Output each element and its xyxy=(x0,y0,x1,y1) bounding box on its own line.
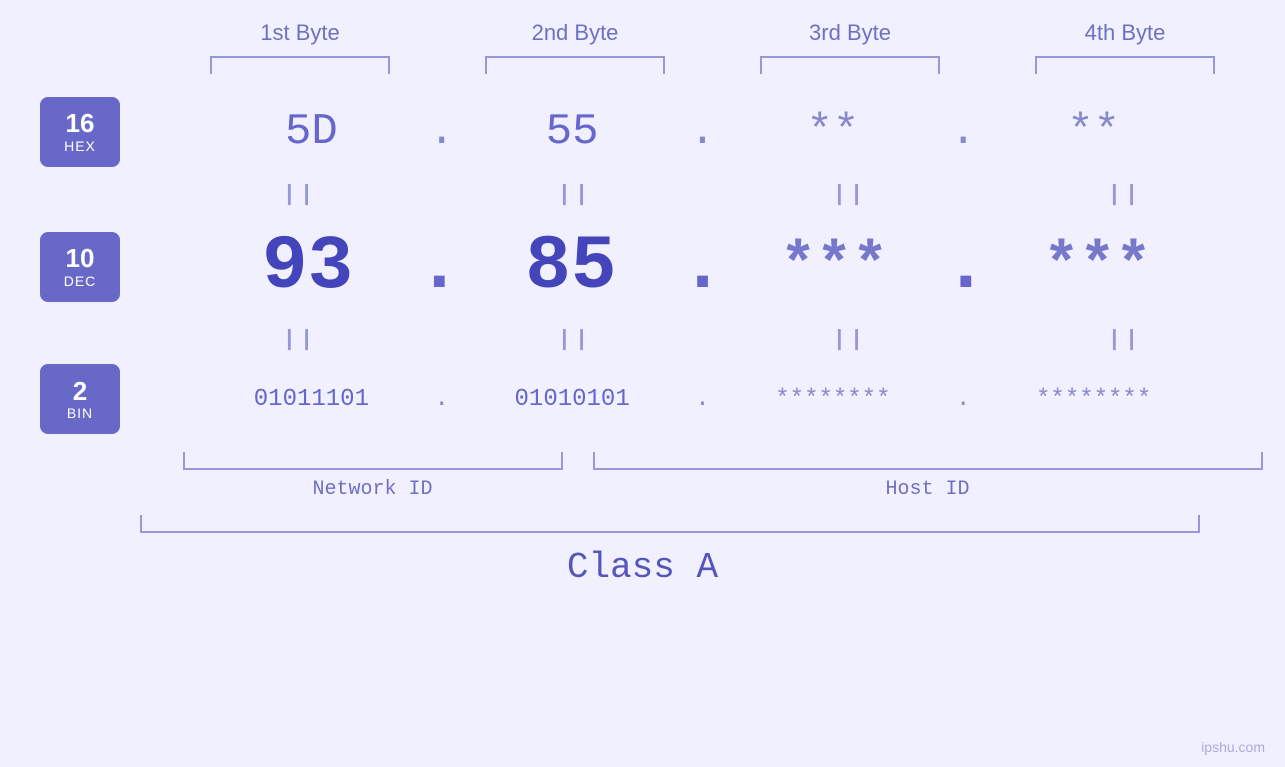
dec-sep-3: . xyxy=(946,224,986,310)
bin-badge: 2 BIN xyxy=(40,364,120,434)
equals-row-1: || || || || xyxy=(163,179,1263,209)
equals-1-2: || xyxy=(475,182,675,207)
bin-byte-4: ******** xyxy=(982,386,1205,413)
bracket-top-4 xyxy=(1035,56,1215,74)
dec-badge-label: DEC xyxy=(64,273,97,289)
bin-byte-3: ******** xyxy=(722,386,945,413)
bin-sep-2: . xyxy=(688,386,718,413)
dec-sep-1: . xyxy=(419,224,459,310)
hex-row: 16 HEX 5D . 55 . ** . ** xyxy=(0,84,1285,179)
hex-byte-1: 5D xyxy=(200,107,423,157)
hex-values: 5D . 55 . ** . ** xyxy=(120,107,1285,157)
equals-2-3: || xyxy=(750,327,950,352)
hex-badge-label: HEX xyxy=(64,138,96,154)
dec-values: 93 . 85 . *** . *** xyxy=(120,224,1285,310)
dec-sep-2: . xyxy=(683,224,723,310)
equals-1-3: || xyxy=(750,182,950,207)
full-bracket xyxy=(140,515,1200,533)
equals-2-1: || xyxy=(200,327,400,352)
bin-row: 2 BIN 01011101 . 01010101 . ******** . *… xyxy=(0,354,1285,444)
hex-sep-1: . xyxy=(427,107,457,157)
bin-byte-1: 01011101 xyxy=(200,386,423,413)
id-labels: Network ID Host ID xyxy=(163,478,1263,501)
bin-badge-number: 2 xyxy=(73,377,87,406)
byte-header-1: 1st Byte xyxy=(190,20,410,46)
network-id-label: Network ID xyxy=(183,478,563,501)
byte-headers-row: 1st Byte 2nd Byte 3rd Byte 4th Byte xyxy=(163,20,1263,46)
dec-byte-3: *** xyxy=(727,233,942,301)
hex-badge-number: 16 xyxy=(66,109,95,138)
bracket-top-2 xyxy=(485,56,665,74)
top-brackets xyxy=(163,56,1263,74)
bin-badge-label: BIN xyxy=(67,405,93,421)
hex-byte-2: 55 xyxy=(461,107,684,157)
equals-row-2: || || || || xyxy=(163,324,1263,354)
equals-2-4: || xyxy=(1025,327,1225,352)
watermark: ipshu.com xyxy=(1201,739,1265,755)
host-id-label: Host ID xyxy=(593,478,1263,501)
bin-byte-2: 01010101 xyxy=(461,386,684,413)
dec-byte-4: *** xyxy=(990,233,1205,301)
byte-header-4: 4th Byte xyxy=(1015,20,1235,46)
equals-2-2: || xyxy=(475,327,675,352)
hex-sep-2: . xyxy=(688,107,718,157)
bin-sep-1: . xyxy=(427,386,457,413)
byte-header-2: 2nd Byte xyxy=(465,20,685,46)
byte-header-3: 3rd Byte xyxy=(740,20,960,46)
bracket-top-3 xyxy=(760,56,940,74)
class-label: Class A xyxy=(0,547,1285,588)
host-bracket xyxy=(593,452,1263,470)
bin-values: 01011101 . 01010101 . ******** . *******… xyxy=(120,386,1285,413)
dec-badge: 10 DEC xyxy=(40,232,120,302)
bracket-top-1 xyxy=(210,56,390,74)
network-bracket xyxy=(183,452,563,470)
dec-row: 10 DEC 93 . 85 . *** . *** xyxy=(0,209,1285,324)
bin-sep-3: . xyxy=(948,386,978,413)
hex-badge: 16 HEX xyxy=(40,97,120,167)
dec-byte-1: 93 xyxy=(200,224,415,310)
hex-byte-3: ** xyxy=(722,107,945,157)
main-container: 1st Byte 2nd Byte 3rd Byte 4th Byte 16 H… xyxy=(0,0,1285,767)
equals-1-4: || xyxy=(1025,182,1225,207)
hex-byte-4: ** xyxy=(982,107,1205,157)
bottom-brackets xyxy=(163,452,1263,470)
dec-badge-number: 10 xyxy=(66,244,95,273)
dec-byte-2: 85 xyxy=(463,224,678,310)
hex-sep-3: . xyxy=(948,107,978,157)
equals-1-1: || xyxy=(200,182,400,207)
